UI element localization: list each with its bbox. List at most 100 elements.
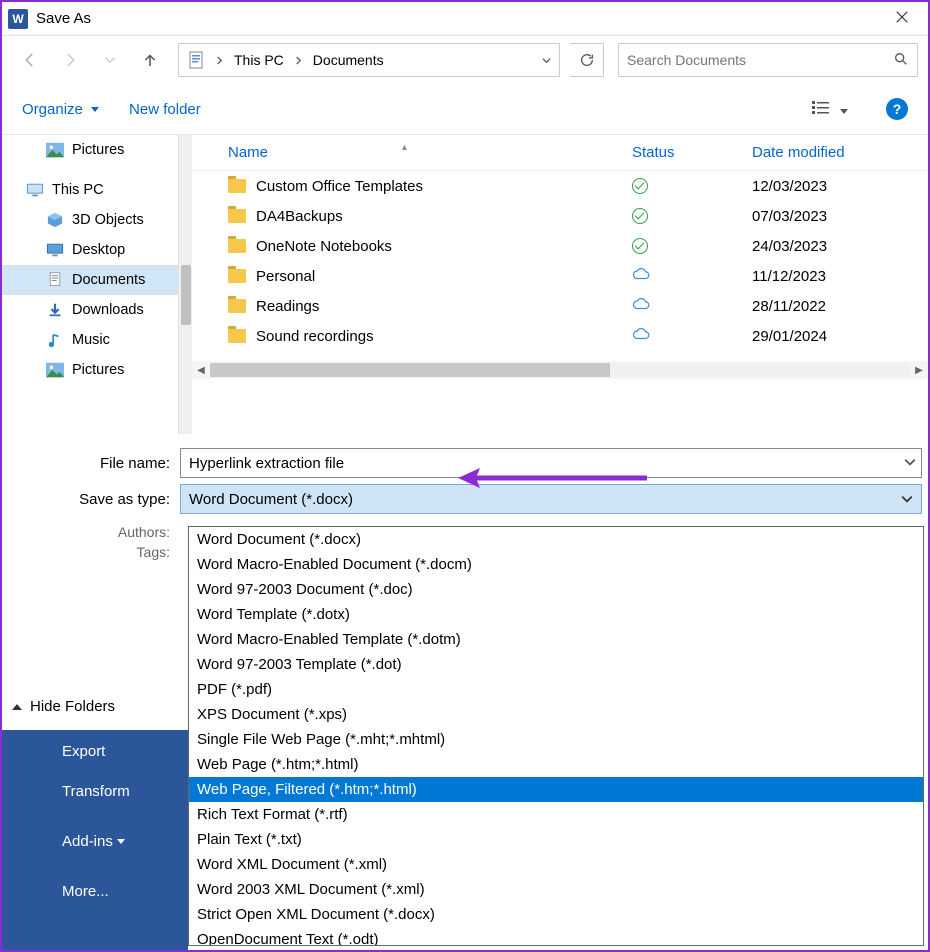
caret-down-icon — [91, 107, 99, 112]
file-date: 12/03/2023 — [752, 178, 928, 195]
tree-label: Downloads — [72, 302, 144, 318]
savetype-option[interactable]: Word 97-2003 Template (*.dot) — [189, 652, 923, 677]
savetype-label: Save as type: — [8, 491, 180, 508]
3dobjects-icon — [46, 212, 64, 228]
file-name: Sound recordings — [256, 328, 374, 345]
forward-button[interactable] — [52, 42, 88, 78]
tree-label: Pictures — [72, 142, 124, 158]
col-date-header[interactable]: Date modified — [752, 144, 928, 161]
savetype-option[interactable]: Word Macro-Enabled Document (*.docm) — [189, 552, 923, 577]
title-bar: W Save As — [2, 2, 928, 36]
sidebar-scrollbar[interactable] — [178, 135, 192, 434]
savetype-option[interactable]: OpenDocument Text (*.odt) — [189, 927, 923, 946]
savetype-option[interactable]: Word 2003 XML Document (*.xml) — [189, 877, 923, 902]
tree-3dobjects[interactable]: 3D Objects — [2, 205, 192, 235]
caret-up-icon — [12, 704, 22, 710]
tree-label: Documents — [72, 272, 145, 288]
file-name: DA4Backups — [256, 208, 343, 225]
savetype-option[interactable]: Word Document (*.docx) — [189, 527, 923, 552]
view-options-button[interactable] — [804, 96, 856, 123]
thispc-icon — [26, 182, 44, 198]
search-box[interactable] — [618, 43, 918, 77]
tree-pictures-quick[interactable]: Pictures — [2, 135, 192, 165]
chevron-right-icon[interactable] — [211, 52, 228, 68]
savetype-option[interactable]: Strict Open XML Document (*.docx) — [189, 902, 923, 927]
file-date: 11/12/2023 — [752, 268, 928, 285]
organize-button[interactable]: Organize — [22, 101, 99, 118]
search-input[interactable] — [627, 52, 893, 68]
scroll-left-button[interactable]: ◀ — [192, 365, 210, 376]
folder-icon — [228, 239, 246, 253]
tags-label: Tags: — [8, 544, 180, 560]
savetype-dropdown-list[interactable]: Word Document (*.docx)Word Macro-Enabled… — [188, 526, 924, 946]
explorer-pane: Pictures This PC 3D Objects Desktop Docu… — [2, 134, 928, 434]
tree-thispc[interactable]: This PC — [2, 175, 192, 205]
savetype-option[interactable]: Web Page (*.htm;*.html) — [189, 752, 923, 777]
backstage-transform[interactable]: Transform — [2, 766, 188, 816]
search-icon[interactable] — [893, 51, 909, 70]
tree-documents[interactable]: Documents — [2, 265, 192, 295]
col-name-header[interactable]: Name — [228, 144, 268, 161]
file-row[interactable]: OneNote Notebooks 24/03/2023 — [192, 231, 928, 261]
backstage-addins[interactable]: Add-ins — [2, 816, 188, 866]
file-name: Readings — [256, 298, 319, 315]
savetype-option[interactable]: Web Page, Filtered (*.htm;*.html) — [189, 777, 923, 802]
file-row[interactable]: Sound recordings 29/01/2024 — [192, 321, 928, 351]
savetype-option[interactable]: Rich Text Format (*.rtf) — [189, 802, 923, 827]
savetype-option[interactable]: XPS Document (*.xps) — [189, 702, 923, 727]
music-icon — [46, 332, 64, 348]
address-dropdown[interactable] — [538, 52, 555, 68]
tree-music[interactable]: Music — [2, 325, 192, 355]
backstage-more[interactable]: More... — [2, 866, 188, 916]
backstage-export[interactable]: Export — [2, 736, 188, 766]
file-name: OneNote Notebooks — [256, 238, 392, 255]
toolbar: Organize New folder ? — [2, 84, 928, 134]
back-button[interactable] — [12, 42, 48, 78]
recent-dropdown[interactable] — [92, 42, 128, 78]
scroll-right-button[interactable]: ▶ — [910, 365, 928, 376]
close-button[interactable] — [882, 8, 922, 29]
file-date: 24/03/2023 — [752, 238, 928, 255]
tree-downloads[interactable]: Downloads — [2, 295, 192, 325]
file-list-header[interactable]: Name▴ Status Date modified — [192, 135, 928, 171]
caret-down-icon — [117, 839, 125, 844]
savetype-option[interactable]: Word 97-2003 Document (*.doc) — [189, 577, 923, 602]
word-app-icon: W — [8, 9, 28, 29]
tree-label: Pictures — [72, 362, 124, 378]
status-synced-icon — [632, 208, 648, 224]
documents-icon — [46, 272, 64, 288]
savetype-option[interactable]: PDF (*.pdf) — [189, 677, 923, 702]
up-button[interactable] — [132, 42, 168, 78]
breadcrumb-documents[interactable]: Documents — [307, 52, 390, 68]
file-date: 29/01/2024 — [752, 328, 928, 345]
address-bar[interactable]: This PC Documents — [178, 43, 560, 77]
savetype-option[interactable]: Word XML Document (*.xml) — [189, 852, 923, 877]
horizontal-scrollbar[interactable]: ◀ ▶ — [192, 361, 928, 379]
savetype-option[interactable]: Word Macro-Enabled Template (*.dotm) — [189, 627, 923, 652]
col-status-header[interactable]: Status — [632, 144, 752, 161]
folder-icon — [228, 329, 246, 343]
hide-folders-button[interactable]: Hide Folders — [12, 698, 115, 715]
savetype-option[interactable]: Plain Text (*.txt) — [189, 827, 923, 852]
help-button[interactable]: ? — [886, 98, 908, 120]
word-backstage-nav: Export Transform Add-ins More... — [2, 730, 188, 950]
folder-icon — [228, 269, 246, 283]
status-synced-icon — [632, 238, 648, 254]
downloads-icon — [46, 302, 64, 318]
savetype-option[interactable]: Single File Web Page (*.mht;*.mhtml) — [189, 727, 923, 752]
tree-pictures[interactable]: Pictures — [2, 355, 192, 385]
tree-desktop[interactable]: Desktop — [2, 235, 192, 265]
breadcrumb-thispc[interactable]: This PC — [228, 52, 290, 68]
file-row[interactable]: Custom Office Templates12/03/2023 — [192, 171, 928, 201]
savetype-value: Word Document (*.docx) — [189, 491, 353, 508]
file-row[interactable]: DA4Backups 07/03/2023 — [192, 201, 928, 231]
new-folder-button[interactable]: New folder — [129, 101, 201, 118]
savetype-option[interactable]: Word Template (*.dotx) — [189, 602, 923, 627]
chevron-down-icon — [901, 493, 913, 505]
tree-label: Desktop — [72, 242, 125, 258]
file-row[interactable]: Readings28/11/2022 — [192, 291, 928, 321]
file-date: 07/03/2023 — [752, 208, 928, 225]
file-row[interactable]: Personal11/12/2023 — [192, 261, 928, 291]
chevron-right-icon[interactable] — [290, 52, 307, 68]
refresh-button[interactable] — [570, 43, 604, 77]
